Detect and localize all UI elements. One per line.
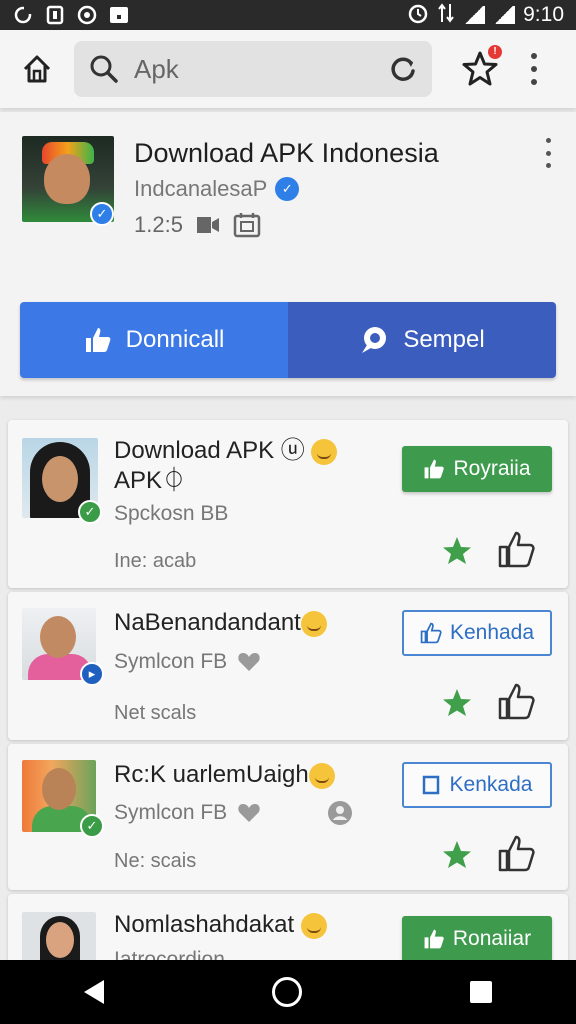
channel-subtitle: IndcanalesaP ✓ — [134, 176, 300, 202]
item-action-button[interactable]: Royraiia — [402, 446, 552, 492]
item-action-button[interactable]: Ronaiiar — [402, 916, 552, 962]
home-nav-icon[interactable] — [272, 977, 302, 1007]
item-subtitle: Symlcon FB — [114, 650, 261, 674]
channel-handle: IndcanalesaP — [134, 176, 268, 201]
grin-emoji-icon — [308, 762, 335, 789]
star-icon[interactable] — [442, 688, 472, 718]
chat-search-icon — [362, 327, 387, 353]
data-icon — [437, 2, 455, 29]
heart-icon — [238, 653, 260, 671]
user-status-icon — [328, 801, 353, 825]
star-icon[interactable] — [442, 840, 472, 870]
back-icon[interactable] — [84, 980, 104, 1004]
home-button[interactable] — [0, 30, 74, 108]
item-action-button[interactable]: Kenhada — [402, 610, 552, 656]
signal-icon — [463, 6, 486, 24]
grin-emoji-icon — [300, 610, 327, 637]
notification-icon — [108, 4, 130, 26]
navigation-bar — [0, 960, 576, 1024]
channel-meta: 1.2:5 — [134, 212, 261, 238]
overflow-menu-button[interactable] — [528, 49, 540, 89]
search-input[interactable]: Apk — [74, 41, 432, 97]
video-icon — [196, 217, 219, 233]
thumbs-up-outline-icon — [420, 622, 442, 644]
list-item[interactable]: ▸ NaBenandandant Symlcon FB Net scals Ke… — [8, 592, 568, 740]
bookmark-button[interactable]: ! — [460, 45, 502, 89]
alarm-icon — [407, 2, 429, 29]
search-value: Apk — [134, 53, 179, 84]
list-item[interactable]: ✓ Download APK ⓤ APK⏀ Spckosn BB Ine: ac… — [8, 420, 568, 588]
star-icon[interactable] — [442, 536, 472, 566]
item-subtitle: Spckosn BB — [114, 502, 229, 525]
download-button-label: Donnicall — [125, 326, 225, 353]
item-note: Net scals — [114, 702, 197, 724]
sample-button-label: Sempel — [403, 326, 485, 353]
like-icon[interactable] — [496, 530, 536, 570]
sync-icon — [12, 4, 34, 26]
recent-apps-icon[interactable] — [470, 981, 492, 1003]
square-outline-icon — [422, 775, 439, 795]
status-icons-left — [12, 4, 130, 26]
list-item[interactable]: ✓ Rc:K uarlemUaigh Symlcon FB Ne: scais … — [8, 744, 568, 890]
download-button[interactable]: Donnicall — [20, 302, 288, 378]
like-icon[interactable] — [496, 834, 536, 874]
home-icon — [23, 55, 51, 83]
sim-icon — [44, 4, 66, 26]
search-icon — [90, 55, 118, 83]
sample-button[interactable]: Sempel — [288, 302, 556, 378]
item-action-button[interactable]: Kenkada — [402, 762, 552, 808]
signal-icon-2 — [493, 6, 516, 24]
channel-actions: Donnicall Sempel — [20, 302, 556, 378]
thumbs-up-icon — [424, 929, 444, 949]
verified-icon: ✓ — [90, 202, 114, 226]
heart-icon — [238, 804, 260, 822]
status-bar: 9:10 — [0, 0, 576, 30]
item-title: NaBenandandant — [114, 608, 327, 638]
calendar-icon — [233, 213, 261, 238]
notification-badge: ! — [488, 45, 502, 59]
item-title: Nomlashahdakat — [114, 910, 327, 940]
item-note: Ne: scais — [114, 850, 197, 872]
item-subtitle: Symlcon FB — [114, 800, 353, 826]
status-icons-right: 9:10 — [407, 2, 564, 29]
record-icon — [76, 4, 98, 26]
like-icon[interactable] — [496, 682, 536, 722]
clock: 9:10 — [523, 3, 564, 26]
channel-title: Download APK Indonesia — [134, 138, 439, 168]
item-title: Download APK ⓤ APK⏀ — [114, 436, 338, 496]
reload-icon[interactable] — [388, 54, 418, 84]
thumbs-up-icon — [425, 459, 445, 479]
thumbs-up-icon — [85, 328, 111, 352]
verified-icon: ▸ — [80, 662, 104, 686]
verified-icon: ✓ — [80, 814, 104, 838]
grin-emoji-icon — [300, 912, 327, 939]
item-note: Ine: acab — [114, 550, 197, 572]
verified-icon: ✓ — [78, 500, 102, 524]
grin-emoji-icon — [311, 438, 338, 465]
channel-count: 1.2:5 — [134, 212, 183, 237]
item-title: Rc:K uarlemUaigh — [114, 760, 335, 790]
channel-more-button[interactable] — [542, 138, 554, 168]
top-bar: Apk ! — [0, 30, 576, 108]
verified-badge-icon: ✓ — [275, 177, 300, 201]
